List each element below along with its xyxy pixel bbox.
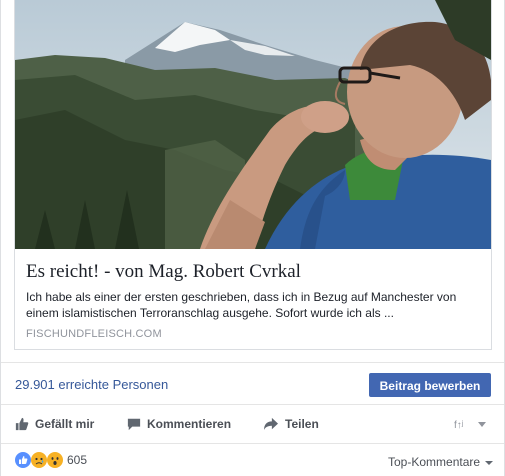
like-label: Gefällt mir <box>35 417 95 431</box>
divider <box>1 404 504 405</box>
speech-bubble-icon <box>127 418 141 431</box>
like-button[interactable]: Gefällt mir <box>15 410 94 438</box>
action-bar: Gefällt mir Kommentieren Teilen f↑ʲ <box>1 410 504 438</box>
divider <box>1 443 504 444</box>
link-description[interactable]: Ich habe als einer der ersten geschriebe… <box>26 289 486 321</box>
link-preview-image[interactable] <box>15 0 491 249</box>
reaction-count: 605 <box>67 453 88 467</box>
reaction-selector[interactable]: f↑ʲ <box>454 410 496 438</box>
link-domain[interactable]: FISCHUNDFLEISCH.COM <box>26 328 162 340</box>
reach-count[interactable]: 29.901 erreichte Personen <box>15 377 168 392</box>
boost-post-button[interactable]: Beitrag bewerben <box>369 373 491 397</box>
link-title[interactable]: Es reicht! - von Mag. Robert Cvrkal <box>26 260 481 284</box>
reactions-summary[interactable]: 605 <box>15 451 87 469</box>
chevron-down-icon <box>485 461 494 465</box>
thumbs-up-icon <box>15 417 29 431</box>
sad-reaction-icon <box>31 452 47 468</box>
comment-sort-dropdown[interactable]: Top-Kommentare <box>388 455 494 469</box>
like-reaction-icon <box>15 452 31 468</box>
comment-button[interactable]: Kommentieren <box>127 410 231 438</box>
comment-sort-label: Top-Kommentare <box>388 455 481 469</box>
photo-of-man-in-mountains-icon <box>15 0 491 249</box>
comment-label: Kommentieren <box>147 417 232 431</box>
reaction-selector-icon: f↑ʲ <box>454 420 486 430</box>
share-arrow-icon <box>264 417 278 431</box>
post-container: Es reicht! - von Mag. Robert Cvrkal Ich … <box>0 0 505 476</box>
wow-reaction-icon <box>47 452 63 468</box>
share-button[interactable]: Teilen <box>263 410 319 438</box>
divider <box>1 362 504 363</box>
link-preview-card[interactable]: Es reicht! - von Mag. Robert Cvrkal Ich … <box>14 0 492 350</box>
svg-text:f↑ʲ: f↑ʲ <box>454 420 464 430</box>
share-label: Teilen <box>285 417 319 431</box>
